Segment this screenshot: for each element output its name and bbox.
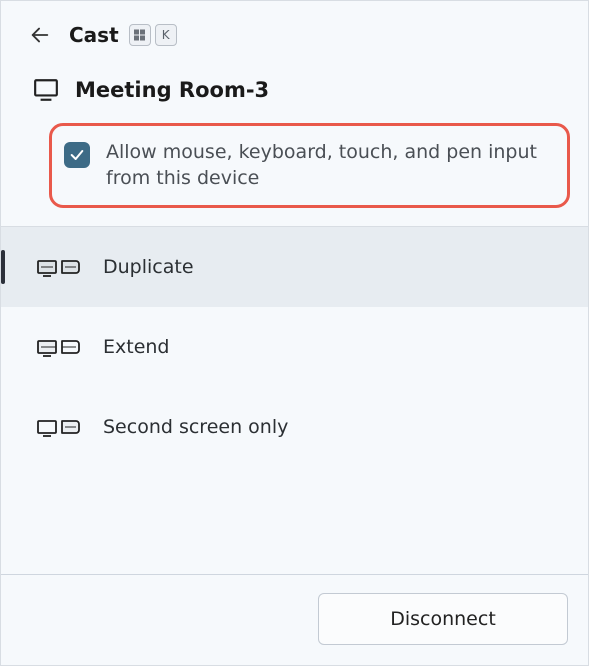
mode-label: Duplicate: [103, 256, 194, 278]
mode-extend[interactable]: Extend: [1, 307, 588, 387]
allow-input-label: Allow mouse, keyboard, touch, and pen in…: [106, 140, 553, 191]
duplicate-icon: [37, 255, 81, 279]
selection-indicator: [1, 250, 5, 284]
mode-duplicate[interactable]: Duplicate: [1, 227, 588, 307]
mode-label: Extend: [103, 336, 170, 358]
footer: Disconnect: [1, 574, 588, 665]
device-name: Meeting Room-3: [75, 78, 269, 102]
panel-title: Cast: [69, 23, 119, 47]
extend-icon: [37, 335, 81, 359]
connected-device-row: Meeting Room-3: [1, 57, 588, 111]
allow-input-option[interactable]: Allow mouse, keyboard, touch, and pen in…: [49, 123, 570, 208]
k-key: K: [155, 24, 177, 46]
header: Cast K: [1, 1, 588, 57]
monitor-icon: [33, 77, 59, 103]
shortcut-hint: K: [129, 24, 177, 46]
checkbox-icon[interactable]: [64, 142, 90, 168]
cast-panel: Cast K Meeting Room-3: [0, 0, 589, 666]
disconnect-button[interactable]: Disconnect: [318, 593, 568, 645]
projection-mode-list: Duplicate Extend: [1, 226, 588, 467]
back-arrow-icon[interactable]: [29, 24, 51, 46]
second-screen-only-icon: [37, 415, 81, 439]
title-row: Cast K: [69, 23, 177, 47]
mode-second-screen-only[interactable]: Second screen only: [1, 387, 588, 467]
win-key-icon: [129, 24, 151, 46]
mode-label: Second screen only: [103, 416, 288, 438]
